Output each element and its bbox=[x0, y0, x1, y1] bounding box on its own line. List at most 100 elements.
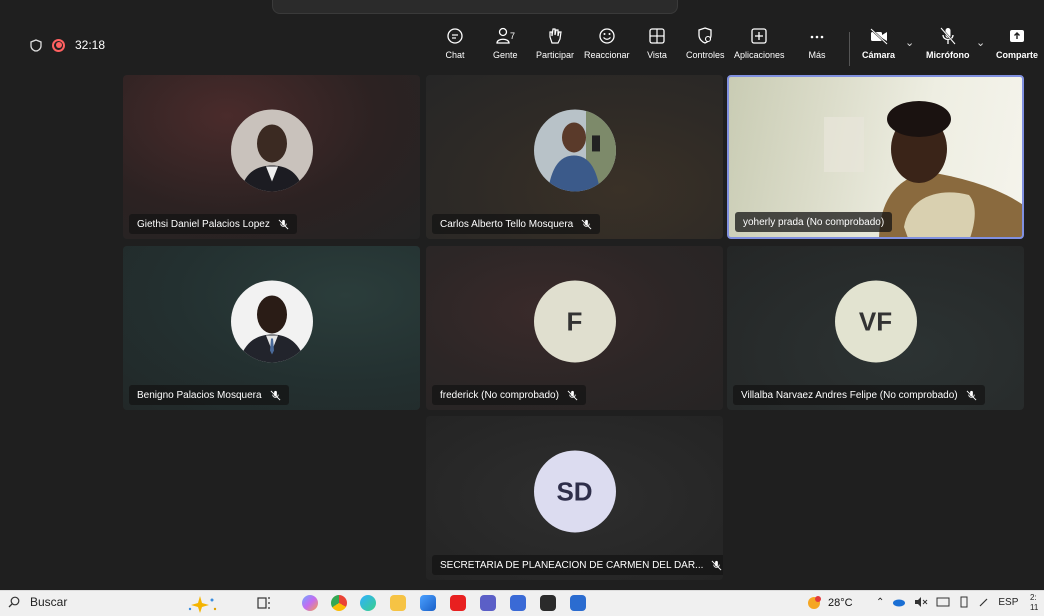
hand-icon bbox=[549, 28, 562, 44]
react-button[interactable]: Reaccionar bbox=[584, 26, 630, 60]
mic-off-icon bbox=[567, 390, 578, 400]
share-button[interactable]: Comparte bbox=[996, 26, 1038, 60]
taskbar-clock[interactable]: 2: 11 bbox=[1030, 593, 1038, 613]
copilot-app-icon[interactable] bbox=[302, 595, 318, 611]
edge-icon[interactable] bbox=[360, 595, 376, 611]
search-icon bbox=[8, 596, 20, 608]
apps-label: Aplicaciones bbox=[734, 50, 785, 60]
mic-off-icon bbox=[581, 219, 592, 229]
avatar bbox=[230, 280, 313, 363]
camera-options-chevron-icon[interactable]: ⌄ bbox=[905, 36, 914, 49]
avatar bbox=[533, 109, 616, 192]
system-tray: ⌃ ESP bbox=[876, 596, 1018, 608]
mic-off-icon bbox=[966, 390, 977, 400]
mic-options-chevron-icon[interactable]: ⌄ bbox=[976, 36, 985, 49]
add-app-icon bbox=[751, 28, 767, 44]
grid-view-icon bbox=[649, 28, 665, 44]
word-icon[interactable] bbox=[570, 595, 586, 611]
view-label: Vista bbox=[647, 50, 667, 60]
camera-off-icon bbox=[869, 28, 888, 45]
taskbar-search[interactable]: Buscar bbox=[8, 595, 67, 609]
volume-muted-icon[interactable] bbox=[914, 596, 928, 608]
participant-name-tag: Giethsi Daniel Palacios Lopez bbox=[129, 214, 297, 234]
youtube-icon[interactable] bbox=[450, 595, 466, 611]
windows-taskbar: Buscar 28°C ⌃ ESP 2: 11 bbox=[0, 590, 1044, 616]
copilot-sparkle-icon[interactable] bbox=[186, 594, 220, 614]
input-language[interactable]: ESP bbox=[998, 597, 1018, 608]
participant-name-tag: yoherly prada (No comprobado) bbox=[735, 212, 893, 232]
share-label: Comparte bbox=[996, 50, 1039, 60]
pen-icon[interactable] bbox=[978, 596, 990, 608]
recording-icon bbox=[52, 38, 65, 52]
controls-button[interactable]: Controles bbox=[686, 26, 725, 60]
title-tab bbox=[272, 0, 678, 14]
participant-video-tile[interactable]: yoherly prada (No comprobado) bbox=[727, 75, 1024, 239]
avatar bbox=[230, 109, 313, 192]
participant-name-tag: frederick (No comprobado) bbox=[432, 385, 586, 405]
meeting-toolbar: 32:18 Chat 7 Gente Participar Reaccionar… bbox=[0, 0, 1044, 82]
participant-tile[interactable]: Giethsi Daniel Palacios Lopez bbox=[123, 75, 420, 239]
toolbar-separator bbox=[849, 32, 850, 66]
microphone-button[interactable]: Micrófono bbox=[926, 26, 970, 60]
app-icon[interactable] bbox=[510, 595, 526, 611]
avatar-initials: F bbox=[533, 280, 616, 363]
camera-button[interactable]: Cámara bbox=[862, 26, 895, 60]
meeting-status: 32:18 bbox=[30, 38, 105, 52]
more-icon bbox=[810, 35, 824, 39]
file-explorer-icon[interactable] bbox=[390, 595, 406, 611]
participant-name-tag: Carlos Alberto Tello Mosquera bbox=[432, 214, 601, 234]
controls-label: Controles bbox=[686, 50, 725, 60]
share-icon bbox=[1010, 30, 1024, 42]
people-count: 7 bbox=[510, 31, 515, 41]
search-label: Buscar bbox=[30, 595, 68, 609]
roblox-icon[interactable] bbox=[540, 595, 556, 611]
teams-icon[interactable] bbox=[480, 595, 496, 611]
chat-button[interactable]: Chat bbox=[445, 26, 465, 60]
task-view-icon[interactable] bbox=[256, 595, 272, 611]
chat-icon bbox=[447, 28, 463, 44]
participant-tile[interactable]: F frederick (No comprobado) bbox=[426, 246, 723, 410]
avatar-initials: VF bbox=[834, 280, 917, 363]
mic-off-icon bbox=[939, 27, 956, 45]
react-label: Reaccionar bbox=[584, 50, 630, 60]
mic-off-icon bbox=[278, 219, 289, 229]
participant-name: yoherly prada (No comprobado) bbox=[743, 216, 885, 228]
more-label: Más bbox=[808, 50, 826, 60]
participant-name: SECRETARIA DE PLANEACION DE CARMEN DEL D… bbox=[440, 559, 704, 571]
participant-tile[interactable]: VF Villalba Narvaez Andres Felipe (No co… bbox=[727, 246, 1024, 410]
people-icon: 7 bbox=[496, 27, 515, 44]
cloud-icon[interactable] bbox=[892, 597, 906, 607]
participant-name-tag: SECRETARIA DE PLANEACION DE CARMEN DEL D… bbox=[432, 555, 723, 575]
participant-tile[interactable]: Benigno Palacios Mosquera bbox=[123, 246, 420, 410]
participant-name: Giethsi Daniel Palacios Lopez bbox=[137, 218, 270, 230]
chrome-icon[interactable] bbox=[331, 595, 347, 611]
people-label: Gente bbox=[493, 50, 518, 60]
participant-name: Carlos Alberto Tello Mosquera bbox=[440, 218, 574, 230]
shield-gear-icon bbox=[698, 27, 712, 44]
store-icon[interactable] bbox=[420, 595, 436, 611]
weather-sun-icon bbox=[808, 596, 821, 609]
participant-name: Benigno Palacios Mosquera bbox=[137, 389, 262, 401]
weather-widget[interactable]: 28°C bbox=[806, 595, 853, 611]
participant-tile[interactable]: Carlos Alberto Tello Mosquera bbox=[426, 75, 723, 239]
more-button[interactable]: Más bbox=[807, 26, 827, 60]
participant-name: frederick (No comprobado) bbox=[440, 389, 559, 401]
temperature: 28°C bbox=[828, 597, 853, 609]
raise-hand-label: Participar bbox=[536, 50, 575, 60]
camera-label: Cámara bbox=[862, 50, 896, 60]
mic-off-icon bbox=[711, 560, 722, 570]
view-button[interactable]: Vista bbox=[647, 26, 667, 60]
people-button[interactable]: 7 Gente bbox=[493, 26, 518, 60]
microphone-label: Micrófono bbox=[926, 50, 970, 60]
participant-tile[interactable]: SD SECRETARIA DE PLANEACION DE CARMEN DE… bbox=[426, 416, 723, 580]
smile-icon bbox=[599, 28, 615, 44]
meeting-timer: 32:18 bbox=[75, 38, 106, 52]
apps-button[interactable]: Aplicaciones bbox=[734, 26, 785, 60]
clock-date: 11 bbox=[1030, 603, 1039, 612]
raise-hand-button[interactable]: Participar bbox=[536, 26, 574, 60]
network-icon[interactable] bbox=[936, 596, 950, 608]
mic-off-icon bbox=[270, 390, 280, 400]
shield-icon bbox=[30, 38, 42, 52]
chevron-up-icon[interactable]: ⌃ bbox=[876, 597, 884, 608]
battery-icon[interactable] bbox=[958, 596, 970, 608]
